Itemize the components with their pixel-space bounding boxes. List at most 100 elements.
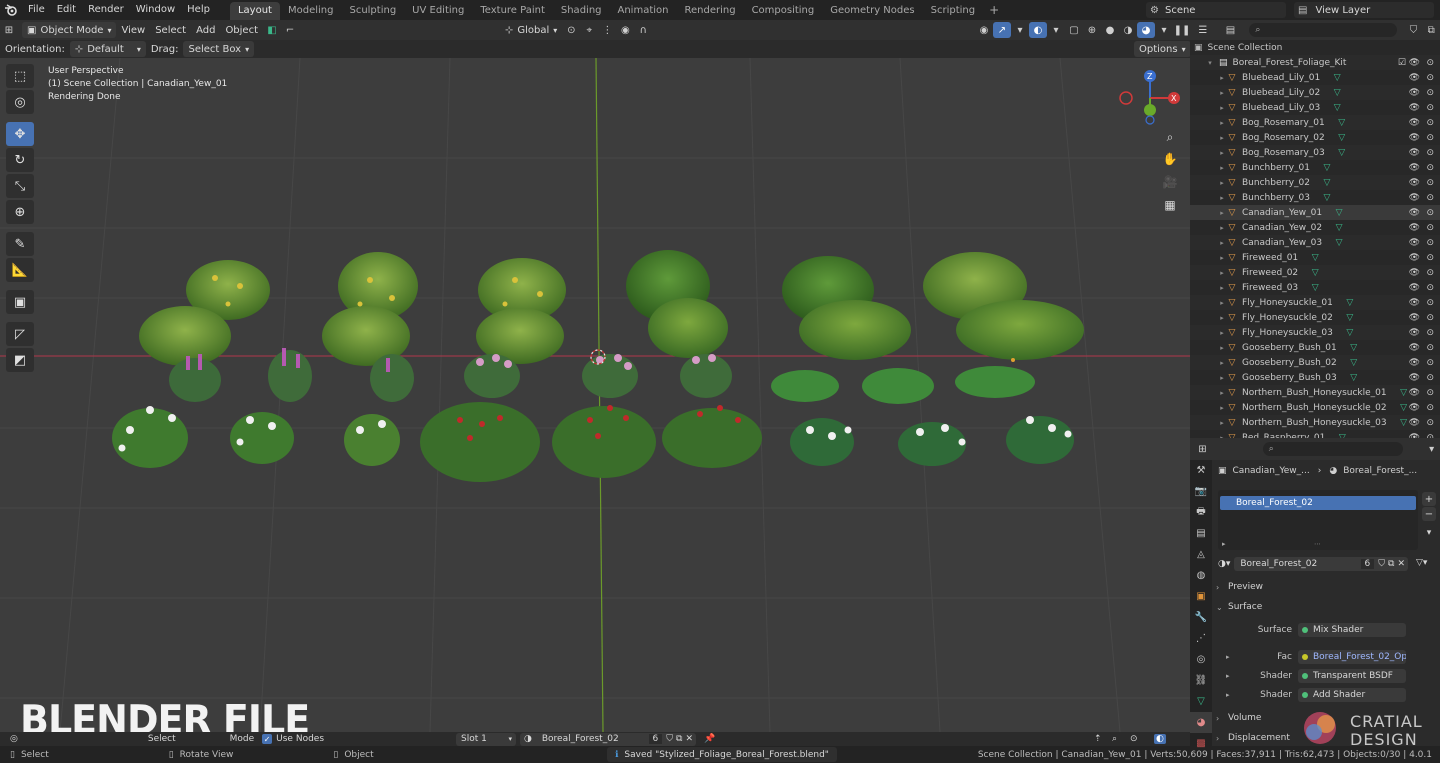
- mesh-data-icon[interactable]: ▽: [1322, 163, 1332, 173]
- mesh-data-icon[interactable]: ▽: [1332, 88, 1342, 98]
- annotate-tool-icon[interactable]: ✎: [6, 232, 34, 256]
- visibility-icon[interactable]: ◉: [975, 22, 993, 38]
- overlay-dropdown-icon[interactable]: ▾: [1047, 22, 1065, 38]
- select-box-tool-icon[interactable]: ⬚: [6, 64, 34, 88]
- render-tab-icon[interactable]: 📷: [1190, 481, 1212, 502]
- eye-icon[interactable]: 👁: [1409, 328, 1420, 338]
- resize-handle-icon[interactable]: ⋯: [1314, 540, 1321, 548]
- modifier-tab-icon[interactable]: 🔧: [1190, 607, 1212, 628]
- eye-icon[interactable]: 👁: [1409, 178, 1420, 188]
- mesh-data-icon[interactable]: ▽: [1349, 373, 1359, 383]
- mesh-data-icon[interactable]: ▽: [1345, 328, 1355, 338]
- render-camera-icon[interactable]: ⊙: [1426, 148, 1434, 158]
- eye-icon[interactable]: 👁: [1409, 343, 1420, 353]
- surface-section[interactable]: ⌄ Surface: [1216, 602, 1436, 612]
- render-camera-icon[interactable]: ⊙: [1426, 103, 1434, 113]
- expand-arrow-icon[interactable]: ▸: [1226, 653, 1230, 661]
- zoom-icon[interactable]: ⌕: [1159, 126, 1181, 148]
- pause-icon[interactable]: ❚❚: [1173, 22, 1191, 38]
- properties-editor-type-icon[interactable]: ⊞: [1194, 441, 1211, 457]
- transform-orientation-dropdown[interactable]: ⊹ Global ▾: [500, 22, 562, 38]
- scale-cage-tool-icon[interactable]: ◩: [6, 348, 34, 372]
- rendered-shading-icon[interactable]: ◕: [1137, 22, 1155, 38]
- mesh-data-icon[interactable]: ▽: [1399, 418, 1409, 428]
- perspective-grid-icon[interactable]: ▦: [1159, 194, 1181, 216]
- outliner-object-row[interactable]: ▸ ▽ Canadian_Yew_01 ▽ 👁 ⊙: [1190, 205, 1440, 220]
- menu-view[interactable]: View: [116, 22, 150, 38]
- slot-specials-button[interactable]: ▾: [1422, 526, 1436, 540]
- camera-icon[interactable]: 🎥: [1159, 171, 1181, 193]
- cursor-tool-icon[interactable]: ◎: [6, 90, 34, 114]
- transform-tool-icon[interactable]: ⊕: [6, 200, 34, 224]
- expand-arrow-icon[interactable]: ▸: [1218, 179, 1226, 187]
- tab-layout[interactable]: Layout: [229, 2, 280, 20]
- object-tab-icon[interactable]: ▣: [1190, 586, 1212, 607]
- mode-dropdown[interactable]: ▣ Object Mode ▾: [22, 22, 117, 38]
- eye-icon[interactable]: 👁: [1409, 403, 1420, 413]
- outliner-object-row[interactable]: ▸ ▽ Bog_Rosemary_02 ▽ 👁 ⊙: [1190, 130, 1440, 145]
- render-camera-icon[interactable]: ⊙: [1426, 373, 1434, 383]
- eye-icon[interactable]: 👁: [1409, 133, 1420, 143]
- mesh-data-icon[interactable]: ▽: [1310, 268, 1320, 278]
- render-camera-icon[interactable]: ⊙: [1426, 178, 1434, 188]
- outliner-search-input[interactable]: ⌕: [1249, 23, 1397, 37]
- remove-slot-button[interactable]: −: [1422, 507, 1436, 521]
- tab-rendering[interactable]: Rendering: [676, 2, 743, 20]
- fake-user-icon[interactable]: ⛉: [666, 734, 673, 744]
- expand-arrow-icon[interactable]: ▾: [1206, 59, 1214, 67]
- expand-arrow-icon[interactable]: ▸: [1218, 404, 1226, 412]
- outliner-object-row[interactable]: ▸ ▽ Fireweed_03 ▽ 👁 ⊙: [1190, 280, 1440, 295]
- duplicate-icon[interactable]: ⧉: [1388, 559, 1394, 569]
- shader-1-field[interactable]: Transparent BSDF: [1298, 669, 1406, 683]
- mesh-data-icon[interactable]: ▽: [1345, 298, 1355, 308]
- blender-logo-icon[interactable]: [0, 0, 22, 20]
- outliner-object-row[interactable]: ▸ ▽ Bog_Rosemary_01 ▽ 👁 ⊙: [1190, 115, 1440, 130]
- render-camera-icon[interactable]: ⊙: [1426, 88, 1434, 98]
- outliner-object-row[interactable]: ▸ ▽ Gooseberry_Bush_01 ▽ 👁 ⊙: [1190, 340, 1440, 355]
- mesh-data-icon[interactable]: ▽: [1337, 118, 1347, 128]
- tab-sculpting[interactable]: Sculpting: [341, 2, 404, 20]
- render-camera-icon[interactable]: ⊙: [1426, 238, 1434, 248]
- eye-icon[interactable]: 👁: [1409, 238, 1420, 248]
- mesh-data-icon[interactable]: ▽: [1349, 343, 1359, 353]
- select-mode-icon[interactable]: ◧: [263, 22, 281, 38]
- render-camera-icon[interactable]: ⊙: [1426, 268, 1434, 278]
- gizmo-dropdown-icon[interactable]: ▾: [1011, 22, 1029, 38]
- material-shading-icon[interactable]: ◑: [1119, 22, 1137, 38]
- link-type-icon[interactable]: ▽▾: [1416, 558, 1427, 568]
- add-workspace-button[interactable]: +: [983, 3, 1005, 17]
- footer-mode[interactable]: Mode: [230, 734, 255, 744]
- eye-icon[interactable]: 👁: [1409, 298, 1420, 308]
- display-mode-icon[interactable]: ▤: [1222, 22, 1240, 38]
- use-nodes-checkbox[interactable]: ✓: [262, 734, 273, 744]
- scene-tab-icon[interactable]: ◬: [1190, 544, 1212, 565]
- shader-2-field[interactable]: Add Shader: [1298, 688, 1406, 702]
- slot-dropdown[interactable]: Slot 1 ▾: [456, 732, 516, 746]
- outliner-object-row[interactable]: ▸ ▽ Bluebead_Lily_03 ▽ 👁 ⊙: [1190, 100, 1440, 115]
- eye-icon[interactable]: 👁: [1409, 118, 1420, 128]
- outliner-object-row[interactable]: ▸ ▽ Fly_Honeysuckle_02 ▽ 👁 ⊙: [1190, 310, 1440, 325]
- eye-icon[interactable]: 👁: [1409, 73, 1420, 83]
- view-layer-selector[interactable]: ▤ View Layer: [1294, 2, 1434, 18]
- menu-file[interactable]: File: [22, 0, 51, 20]
- shear-tool-icon[interactable]: ◸: [6, 322, 34, 346]
- add-slot-button[interactable]: +: [1422, 492, 1436, 506]
- expand-arrow-icon[interactable]: ▸: [1218, 299, 1226, 307]
- material-tab-icon[interactable]: ◕: [1190, 712, 1212, 733]
- eye-icon[interactable]: 👁: [1409, 163, 1420, 173]
- render-camera-icon[interactable]: ⊙: [1426, 283, 1434, 293]
- mesh-data-icon[interactable]: ▽: [1345, 313, 1355, 323]
- solid-shading-icon[interactable]: ●: [1101, 22, 1119, 38]
- eye-icon[interactable]: 👁: [1409, 283, 1420, 293]
- menu-object[interactable]: Object: [220, 22, 263, 38]
- render-camera-icon[interactable]: ⊙: [1426, 388, 1434, 398]
- add-cube-tool-icon[interactable]: ▣: [6, 290, 34, 314]
- texture-tab-icon[interactable]: ▩: [1190, 733, 1212, 754]
- expand-arrow-icon[interactable]: ▸: [1218, 269, 1226, 277]
- material-datablock[interactable]: ◑▾ Boreal_Forest_02 6 ⛉ ⧉ ✕: [1218, 556, 1408, 572]
- snap-icon[interactable]: ⌖: [580, 22, 598, 38]
- render-camera-icon[interactable]: ⊙: [1426, 358, 1434, 368]
- filter-icon[interactable]: ⛉: [1405, 22, 1423, 38]
- eye-icon[interactable]: 👁: [1409, 223, 1420, 233]
- expand-arrow-icon[interactable]: ▸: [1218, 209, 1226, 217]
